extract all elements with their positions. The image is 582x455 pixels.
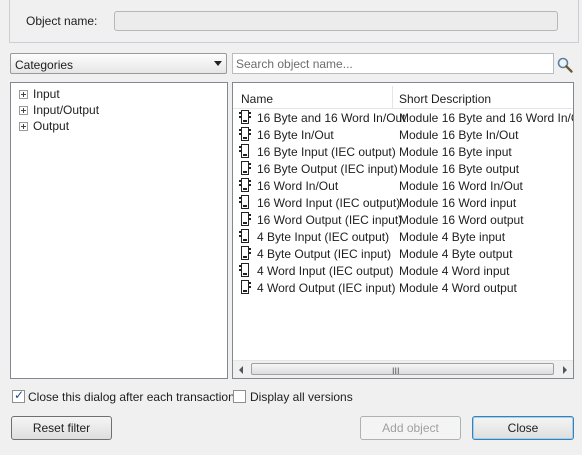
- list-row[interactable]: 16 Byte and 16 Word In/Out Module 16 Byte…: [233, 109, 573, 126]
- tree-item-label: Input: [33, 87, 60, 101]
- object-list[interactable]: Name Short Description 16 Byte and 16 Wo…: [232, 82, 574, 379]
- list-row[interactable]: 4 Word Output (IEC input) Module 4 Word o…: [233, 279, 573, 296]
- row-description: Module 16 Word input: [399, 196, 517, 210]
- search-icon[interactable]: [556, 56, 574, 74]
- module-inout-icon: [239, 110, 251, 124]
- reset-filter-button[interactable]: Reset filter: [11, 416, 112, 440]
- categories-selected-value: Categories: [15, 58, 74, 72]
- row-description: Module 4 Byte output: [399, 247, 513, 261]
- list-row[interactable]: 4 Byte Input (IEC output) Module 4 Byte i…: [233, 228, 573, 245]
- search-input[interactable]: [232, 53, 554, 74]
- tree-item-label: Output: [33, 119, 70, 133]
- tree-item-label: Input/Output: [33, 103, 100, 117]
- module-inout-icon: [239, 178, 251, 192]
- row-description: Module 4 Byte input: [399, 230, 506, 244]
- tree-item-output[interactable]: Output: [19, 118, 69, 134]
- category-tree[interactable]: Input Input/Output Output: [10, 82, 228, 379]
- close-button[interactable]: Close: [472, 416, 574, 440]
- row-name: 4 Word Input (IEC output): [257, 264, 394, 278]
- list-row[interactable]: 16 Byte Input (IEC output) Module 16 Byte…: [233, 143, 573, 160]
- object-name-field: [114, 11, 558, 31]
- list-row[interactable]: 16 Byte Output (IEC input) Module 16 Byte…: [233, 160, 573, 177]
- module-output-icon: [239, 161, 251, 175]
- horizontal-scrollbar[interactable]: III: [233, 360, 573, 378]
- row-name: 4 Byte Input (IEC output): [257, 230, 390, 244]
- close-after-each-checkbox[interactable]: [12, 388, 25, 403]
- categories-dropdown[interactable]: Categories: [10, 53, 227, 74]
- row-name: 16 Byte In/Out: [257, 128, 334, 142]
- list-row[interactable]: 16 Byte In/Out Module 16 Byte In/Out: [233, 126, 573, 143]
- row-name: 16 Byte and 16 Word In/Out: [257, 111, 406, 125]
- column-header-description[interactable]: Short Description: [399, 92, 491, 106]
- row-description: Module 16 Byte output: [399, 162, 520, 176]
- row-name: 4 Byte Output (IEC input): [257, 247, 392, 261]
- tree-item-input[interactable]: Input: [19, 86, 60, 102]
- row-name: 4 Word Output (IEC input): [257, 281, 396, 295]
- module-output-icon: [239, 280, 251, 294]
- column-header-name[interactable]: Name: [241, 92, 273, 106]
- row-name: 16 Word In/Out: [257, 179, 339, 193]
- module-input-icon: [239, 195, 251, 209]
- scrollbar-thumb[interactable]: III: [251, 363, 554, 376]
- list-row[interactable]: 4 Byte Output (IEC input) Module 4 Byte o…: [233, 245, 573, 262]
- expand-icon[interactable]: [19, 89, 28, 99]
- row-description: Module 16 Word output: [399, 213, 524, 227]
- list-row[interactable]: 4 Word Input (IEC output) Module 4 Word i…: [233, 262, 573, 279]
- row-description: Module 16 Byte and 16 Word In/Out: [399, 111, 574, 125]
- add-object-button[interactable]: Add object: [360, 416, 461, 440]
- module-output-icon: [239, 212, 251, 226]
- row-name: 16 Word Input (IEC output): [257, 196, 401, 210]
- scroll-right-icon[interactable]: [563, 366, 567, 374]
- expand-icon[interactable]: [19, 121, 28, 131]
- module-output-icon: [239, 246, 251, 260]
- row-description: Module 16 Byte In/Out: [399, 128, 519, 142]
- display-all-versions-label: Display all versions: [250, 390, 353, 404]
- row-name: 16 Word Output (IEC input): [257, 213, 403, 227]
- scroll-left-icon[interactable]: [239, 366, 243, 374]
- tree-item-input-output[interactable]: Input/Output: [19, 102, 99, 118]
- module-input-icon: [239, 144, 251, 158]
- row-description: Module 4 Word output: [399, 281, 517, 295]
- close-after-each-option[interactable]: Close this dialog after each transaction: [10, 388, 235, 405]
- module-input-icon: [239, 229, 251, 243]
- module-input-icon: [239, 263, 251, 277]
- display-all-versions-checkbox[interactable]: [233, 390, 246, 403]
- close-after-each-label: Close this dialog after each transaction: [28, 390, 235, 404]
- list-header: Name Short Description: [233, 86, 573, 109]
- scrollbar-grip: III: [392, 366, 400, 376]
- display-all-versions-option[interactable]: Display all versions: [232, 389, 362, 405]
- expand-icon[interactable]: [19, 105, 28, 115]
- column-divider[interactable]: [392, 86, 393, 108]
- list-row[interactable]: 16 Word Output (IEC input) Module 16 Word…: [233, 211, 573, 228]
- module-inout-icon: [239, 127, 251, 141]
- object-name-label: Object name:: [26, 14, 98, 28]
- row-description: Module 16 Word In/Out: [399, 179, 523, 193]
- row-description: Module 16 Byte input: [399, 145, 512, 159]
- list-row[interactable]: 16 Word In/Out Module 16 Word In/Out: [233, 177, 573, 194]
- row-description: Module 4 Word input: [399, 264, 510, 278]
- chevron-down-icon: [214, 61, 222, 66]
- list-row[interactable]: 16 Word Input (IEC output) Module 16 Word…: [233, 194, 573, 211]
- row-name: 16 Byte Output (IEC input): [257, 162, 398, 176]
- row-name: 16 Byte Input (IEC output): [257, 145, 396, 159]
